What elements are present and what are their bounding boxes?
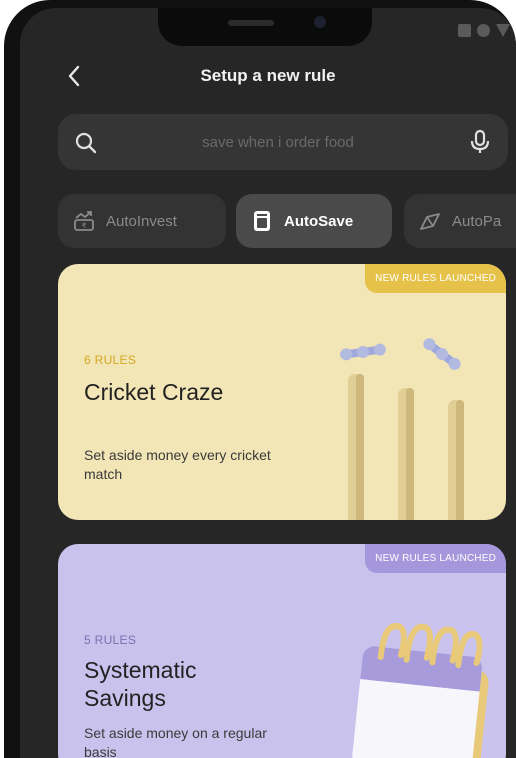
rule-count: 6 RULES [84,353,137,367]
top-bar: Setup a new rule [20,58,516,94]
search-bar [58,114,508,170]
phone-frame: Setup a new rule ₹ Aut [4,0,516,758]
svg-text:₹: ₹ [82,222,87,230]
tab-autoinvest[interactable]: ₹ AutoInvest [58,194,226,248]
payment-icon [420,213,440,230]
notch-speaker [228,20,274,26]
page-title: Setup a new rule [200,66,336,85]
jar-icon [254,211,270,231]
microphone-icon[interactable] [468,129,492,155]
tab-autopay-label: AutoPa [452,212,502,230]
rule-count: 5 RULES [84,633,137,647]
bail-left [340,343,386,361]
status-triangle-icon [496,24,510,37]
tab-autosave-label: AutoSave [284,212,354,230]
stumps [348,374,464,520]
phone-notch [158,8,372,46]
cricket-wickets-illustration [340,338,464,520]
bail-right [423,338,461,370]
status-square-icon [458,24,471,37]
tab-autosave[interactable]: AutoSave [236,194,392,248]
rule-card-cricket-craze[interactable]: NEW RULES LAUNCHED 6 RULES Cricket Craze… [58,264,506,520]
status-circle-icon [477,24,490,37]
search-icon [75,132,97,154]
card-title: Cricket Craze [84,379,224,405]
category-tabs: ₹ AutoInvest AutoSave AutoPa [58,194,516,248]
rule-card-systematic-savings[interactable]: NEW RULES LAUNCHED 5 RULES Systematic Sa… [58,544,506,758]
card-description: Set aside money every cricket match [84,447,271,482]
tab-autoinvest-label: AutoInvest [106,212,177,230]
search-input[interactable] [118,124,438,160]
front-camera [314,16,326,28]
calendar-illustration [352,623,489,758]
new-rules-badge: NEW RULES LAUNCHED [365,264,506,293]
card-title: Systematic Savings [84,657,197,711]
calendar [352,623,489,758]
card-description: Set aside money on a regular basis [84,725,267,758]
growth-chart-icon: ₹ [74,211,94,231]
status-bar [458,24,510,37]
tab-autopay[interactable]: AutoPa [404,194,516,248]
app-screen: Setup a new rule ₹ Aut [20,8,516,758]
